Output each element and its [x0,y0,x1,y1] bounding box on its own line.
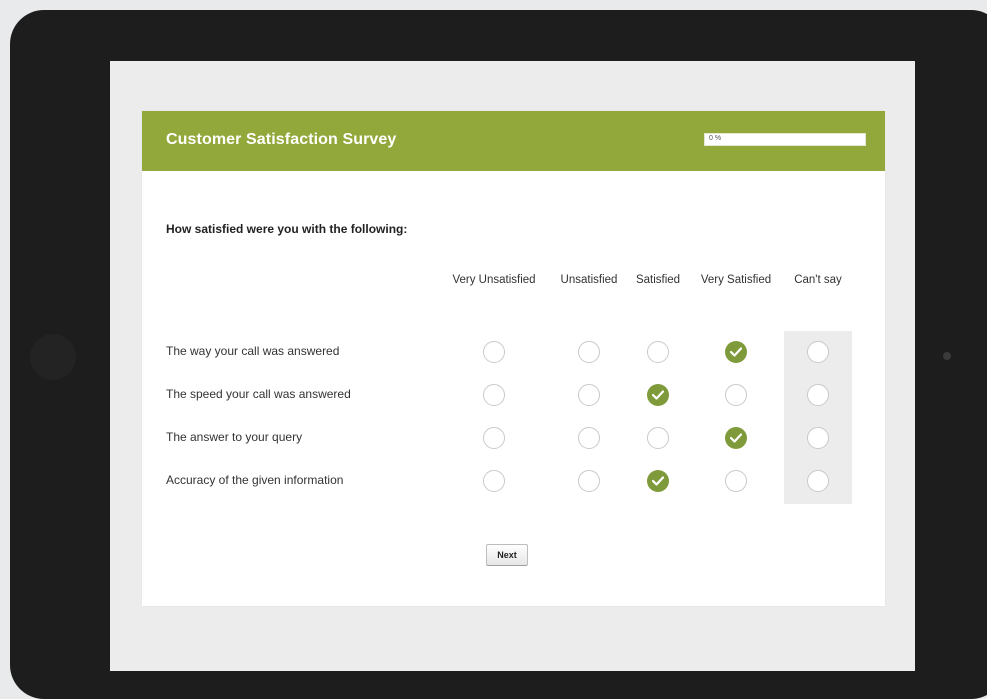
survey-card: Customer Satisfaction Survey 0 % How sat… [142,111,885,606]
radio-unsatisfied[interactable] [578,384,600,406]
radio-very-unsatisfied[interactable] [483,384,505,406]
radio-very-unsatisfied[interactable] [483,341,505,363]
tablet-sensor [943,352,951,360]
radio-unsatisfied[interactable] [578,341,600,363]
radio-can-t-say[interactable] [807,384,829,406]
radio-very-satisfied[interactable] [725,470,747,492]
radio-satisfied[interactable] [647,427,669,449]
check-icon [730,433,742,443]
column-header-very-unsatisfied: Very Unsatisfied [452,274,536,286]
tablet-camera [30,334,76,380]
survey-header: Customer Satisfaction Survey 0 % [142,111,885,171]
radio-satisfied[interactable] [647,384,669,406]
tablet-screen: Customer Satisfaction Survey 0 % How sat… [110,61,915,671]
column-header-unsatisfied: Unsatisfied [560,274,618,286]
check-icon [652,390,664,400]
check-icon [652,476,664,486]
row-label: The way your call was answered [166,344,340,358]
tablet-frame: Customer Satisfaction Survey 0 % How sat… [10,10,987,699]
radio-very-satisfied[interactable] [725,341,747,363]
progress-text: 0 % [709,135,722,142]
radio-very-unsatisfied[interactable] [483,470,505,492]
radio-satisfied[interactable] [647,341,669,363]
column-header-cant-say: Can't say [794,274,842,286]
radio-very-satisfied[interactable] [725,384,747,406]
check-icon [730,347,742,357]
progress-bar: 0 % [704,133,866,146]
radio-unsatisfied[interactable] [578,470,600,492]
question-text: How satisfied were you with the followin… [166,222,408,236]
row-label: The speed your call was answered [166,387,351,401]
radio-very-satisfied[interactable] [725,427,747,449]
radio-can-t-say[interactable] [807,470,829,492]
column-header-very-satisfied: Very Satisfied [700,274,772,286]
row-label: Accuracy of the given information [166,473,344,487]
radio-can-t-say[interactable] [807,341,829,363]
radio-very-unsatisfied[interactable] [483,427,505,449]
radio-satisfied[interactable] [647,470,669,492]
row-label: The answer to your query [166,430,303,444]
radio-can-t-say[interactable] [807,427,829,449]
next-button[interactable]: Next [486,544,528,566]
survey-title: Customer Satisfaction Survey [166,131,397,148]
column-header-satisfied: Satisfied [635,274,681,286]
radio-unsatisfied[interactable] [578,427,600,449]
